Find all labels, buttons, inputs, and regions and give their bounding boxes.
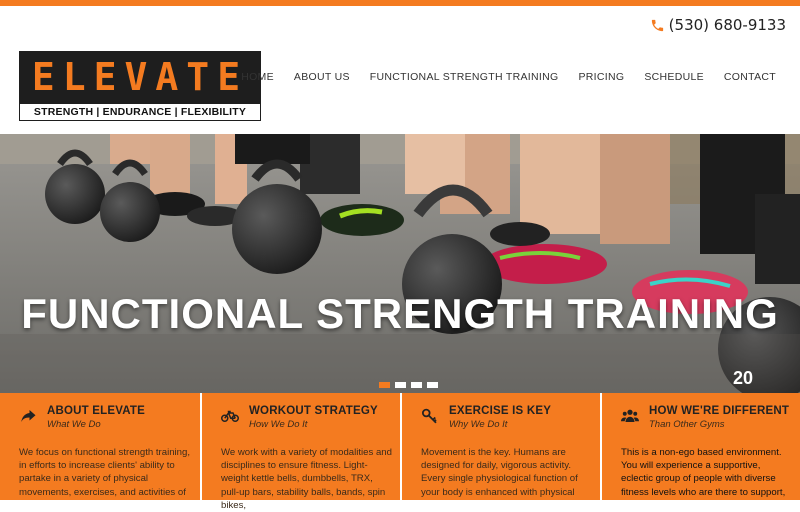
features-strip: ABOUT ELEVATE What We Do We focus on fun… <box>0 393 800 511</box>
main-nav: HOME ABOUT US FUNCTIONAL STRENGTH TRAINI… <box>241 71 776 83</box>
feature-title: EXERCISE IS KEY <box>449 405 552 417</box>
feature-subtitle: What We Do <box>47 419 101 430</box>
feature-title: HOW WE'RE DIFFERENT <box>649 405 790 417</box>
feature-subtitle: How We Do It <box>249 419 308 430</box>
feature-body: We focus on functional strength training… <box>19 447 191 498</box>
feature-body: We work with a variety of modalities and… <box>221 447 392 511</box>
logo-wordmark: ELEVATE <box>31 55 249 99</box>
key-icon <box>421 408 437 424</box>
logo-tagline: STRENGTH | ENDURANCE | FLEXIBILITY <box>19 103 261 121</box>
kettlebell-number: 20 <box>733 368 753 388</box>
phone-link[interactable]: (530) 680-9133 <box>650 16 786 34</box>
feature-how-were-different: HOW WE'RE DIFFERENT Than Other Gyms This… <box>600 393 800 500</box>
nav-pricing[interactable]: PRICING <box>578 71 624 83</box>
hero-image: 20 <box>0 134 800 393</box>
feature-title: ABOUT ELEVATE <box>47 405 146 417</box>
site-logo[interactable]: ELEVATE STRENGTH | ENDURANCE | FLEXIBILI… <box>19 51 261 121</box>
nav-schedule[interactable]: SCHEDULE <box>644 71 704 83</box>
feature-about-elevate: ABOUT ELEVATE What We Do We focus on fun… <box>0 393 200 500</box>
feature-exercise-is-key: EXERCISE IS KEY Why We Do It Movement is… <box>400 393 600 500</box>
nav-functional-strength-training[interactable]: FUNCTIONAL STRENGTH TRAINING <box>370 71 559 83</box>
feature-body: This is a non-ego based environment. You… <box>621 447 786 498</box>
feature-subtitle: Why We Do It <box>449 419 508 430</box>
feature-body: Movement is the key. Humans are designed… <box>421 447 578 498</box>
slider-dot-3[interactable] <box>411 382 422 388</box>
nav-contact[interactable]: CONTACT <box>724 71 776 83</box>
feature-workout-strategy: WORKOUT STRATEGY How We Do It We work wi… <box>200 393 400 511</box>
bicycle-icon <box>221 410 239 422</box>
slider-dots <box>379 382 438 388</box>
slider-dot-2[interactable] <box>395 382 406 388</box>
share-arrow-icon <box>21 410 36 422</box>
users-icon <box>621 409 639 422</box>
feature-subtitle: Than Other Gyms <box>649 419 725 430</box>
slider-dot-4[interactable] <box>427 382 438 388</box>
hero-title: FUNCTIONAL STRENGTH TRAINING <box>21 290 779 337</box>
site-header: (530) 680-9133 ELEVATE STRENGTH | ENDURA… <box>0 6 800 134</box>
phone-icon <box>651 19 663 31</box>
nav-about-us[interactable]: ABOUT US <box>294 71 350 83</box>
phone-number: (530) 680-9133 <box>668 16 786 34</box>
nav-home[interactable]: HOME <box>241 71 274 83</box>
slider-dot-1[interactable] <box>379 382 390 388</box>
hero-slider: 20 FUNCTIONAL STRENGTH TRAINING <box>0 134 800 393</box>
feature-title: WORKOUT STRATEGY <box>249 405 378 417</box>
